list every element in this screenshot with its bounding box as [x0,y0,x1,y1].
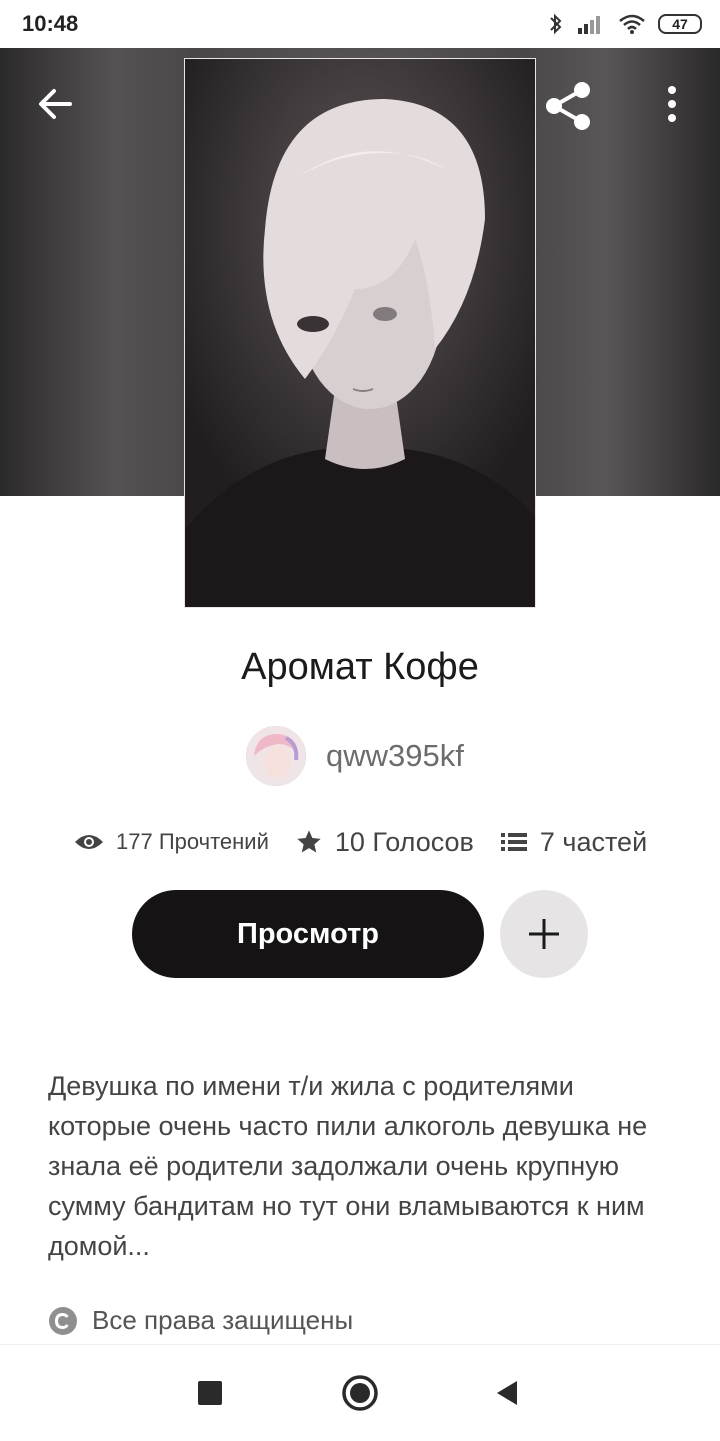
list-icon [500,833,527,851]
copyright-info: Все права защищены [48,1305,353,1336]
parts-count: 7 частей [539,826,648,857]
read-button[interactable]: Просмотр [132,890,484,978]
bluetooth-icon [550,13,562,35]
more-options-button[interactable] [656,80,688,132]
cover-illustration [185,59,535,607]
story-title: Аромат Кофе [241,646,479,688]
battery-icon: 47 [658,14,702,34]
votes-count: 10 Голосов [334,826,474,857]
reads-stat: 177 Прочтений [74,829,269,855]
share-button[interactable] [540,78,596,134]
author-link[interactable]: qww395kf [246,726,464,786]
add-to-library-button[interactable] [500,890,588,978]
more-vert-icon [668,86,676,122]
copyright-icon [49,1306,77,1335]
wifi-icon [619,14,645,34]
eye-icon [75,835,103,849]
parts-stat[interactable]: 7 частей [500,827,647,858]
plus-icon [529,919,559,949]
status-time: 10:48 [22,11,79,36]
recents-button[interactable] [185,1368,235,1418]
avatar-image [246,726,306,786]
avatar[interactable] [246,726,306,786]
reads-count: 177 Прочтений [116,829,269,854]
recents-square-icon [198,1381,222,1405]
story-cover-image[interactable] [184,58,536,608]
back-triangle-icon [497,1381,517,1405]
story-description: Девушка по имени т/и жила с родителями к… [48,1071,648,1261]
battery-level: 47 [672,16,688,32]
status-bar: 10:48 47 [0,0,720,48]
backdrop-blur-left [0,48,190,496]
votes-stat: 10 Голосов [295,827,474,858]
story-stats: 177 Прочтений 10 Голосов 7 частей [74,820,647,864]
star-icon [297,830,321,853]
back-arrow-icon [39,89,72,119]
signal-icon [578,16,600,34]
home-button[interactable] [335,1368,385,1418]
share-icon [546,82,590,130]
back-button[interactable] [30,78,82,130]
status-icons: 47 [548,12,702,36]
author-name[interactable]: qww395kf [326,738,464,774]
home-circle-icon [342,1375,378,1411]
system-back-button[interactable] [482,1368,532,1418]
copyright-text: Все права защищены [92,1305,354,1335]
